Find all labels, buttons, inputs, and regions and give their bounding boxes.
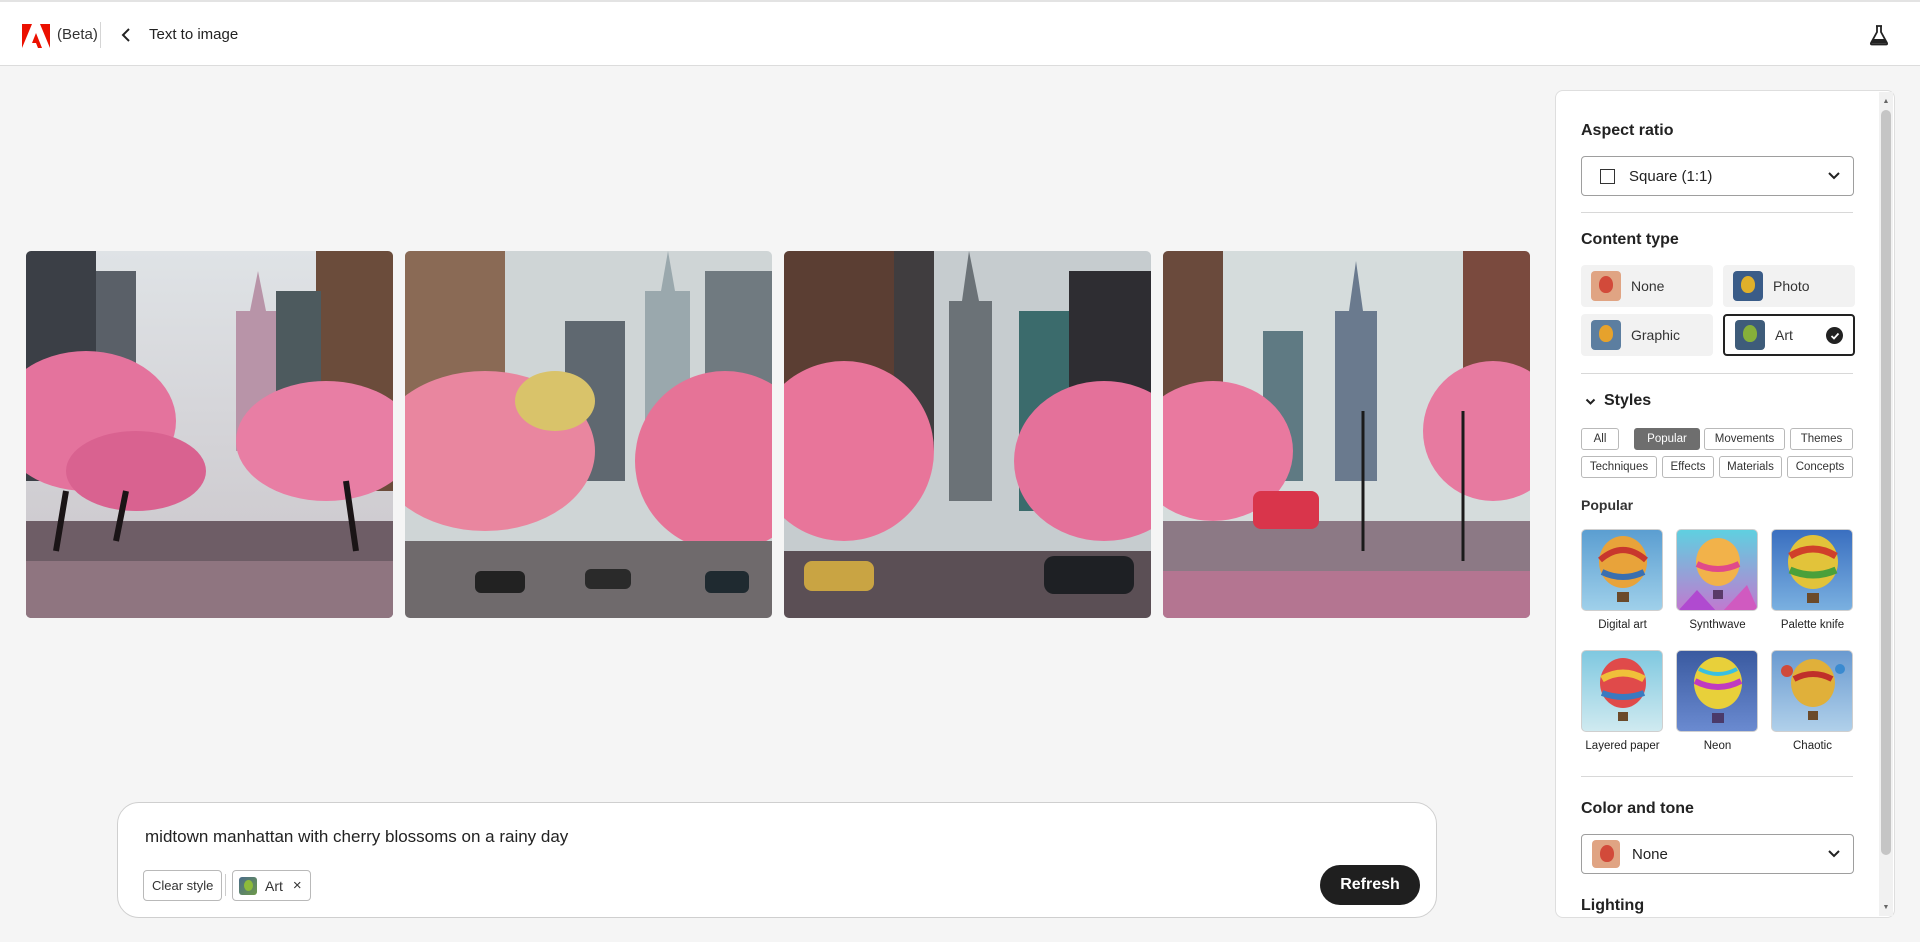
scroll-up-icon[interactable]: ▲ bbox=[1879, 94, 1893, 108]
style-card-chaotic[interactable] bbox=[1771, 650, 1853, 732]
style-label-synthwave: Synthwave bbox=[1689, 619, 1746, 631]
aspect-ratio-title: Aspect ratio bbox=[1581, 122, 1674, 139]
checkmark-icon bbox=[1826, 327, 1843, 344]
popular-section-title: Popular bbox=[1581, 497, 1634, 513]
divider bbox=[1581, 776, 1853, 777]
chevron-down-icon bbox=[1828, 850, 1840, 858]
aspect-ratio-value: Square (1:1) bbox=[1629, 167, 1713, 185]
hot-air-balloon-icon bbox=[1598, 536, 1648, 602]
refresh-button[interactable]: Refresh bbox=[1320, 865, 1420, 905]
content-type-title: Content type bbox=[1581, 231, 1679, 248]
remove-chip-icon[interactable]: × bbox=[293, 877, 302, 894]
divider bbox=[1581, 212, 1853, 213]
styles-title: Styles bbox=[1604, 392, 1652, 409]
hot-air-balloon-icon bbox=[1788, 535, 1838, 603]
graphic-thumbnail-icon bbox=[1591, 320, 1621, 350]
styles-toggle[interactable]: Styles bbox=[1585, 392, 1651, 410]
clear-style-button[interactable]: Clear style bbox=[143, 870, 223, 901]
content-type-photo[interactable]: Photo bbox=[1723, 265, 1855, 307]
panel-scrollbar[interactable]: ▲ ▼ bbox=[1879, 92, 1893, 916]
labs-flask-icon[interactable] bbox=[1868, 24, 1890, 46]
content-type-graphic-label: Graphic bbox=[1631, 327, 1681, 343]
style-label-digital-art: Digital art bbox=[1598, 619, 1647, 631]
style-card-palette-knife[interactable] bbox=[1771, 529, 1853, 611]
style-tab-techniques[interactable]: Techniques bbox=[1581, 456, 1657, 478]
style-tab-materials[interactable]: Materials bbox=[1719, 456, 1782, 478]
style-label-palette-knife: Palette knife bbox=[1780, 619, 1845, 631]
color-tone-value: None bbox=[1632, 845, 1668, 863]
scroll-down-icon[interactable]: ▼ bbox=[1879, 900, 1893, 914]
hot-air-balloon-icon bbox=[1781, 659, 1845, 720]
prompt-input[interactable]: midtown manhattan with cherry blossoms o… bbox=[145, 827, 568, 847]
style-tab-themes[interactable]: Themes bbox=[1790, 428, 1853, 450]
generated-image-2[interactable] bbox=[405, 251, 772, 618]
none-thumbnail-icon bbox=[1592, 840, 1620, 868]
generated-image-1[interactable] bbox=[26, 251, 393, 618]
style-label-layered-paper: Layered paper bbox=[1585, 740, 1660, 752]
adobe-logo-icon[interactable] bbox=[22, 24, 50, 48]
content-type-none[interactable]: None bbox=[1581, 265, 1713, 307]
hot-air-balloon-icon bbox=[1693, 657, 1743, 723]
generated-image-4[interactable] bbox=[1163, 251, 1530, 618]
art-thumbnail-icon bbox=[239, 876, 257, 895]
content-type-art-label: Art bbox=[1775, 327, 1793, 343]
header-divider bbox=[100, 22, 101, 48]
app-header: (Beta) Text to image bbox=[0, 0, 1920, 66]
style-card-layered-paper[interactable] bbox=[1581, 650, 1663, 732]
style-card-synthwave[interactable] bbox=[1676, 529, 1758, 611]
color-tone-title: Color and tone bbox=[1581, 800, 1694, 817]
divider bbox=[1581, 373, 1853, 374]
page-title: Text to image bbox=[149, 26, 239, 43]
content-type-none-label: None bbox=[1631, 278, 1665, 294]
chevron-down-icon bbox=[1828, 172, 1840, 180]
back-chevron-icon[interactable] bbox=[116, 24, 136, 46]
lighting-title: Lighting bbox=[1581, 897, 1645, 914]
style-tab-movements[interactable]: Movements bbox=[1704, 428, 1785, 450]
style-tab-popular[interactable]: Popular bbox=[1634, 428, 1700, 450]
style-label-chaotic: Chaotic bbox=[1793, 740, 1832, 752]
style-tab-concepts[interactable]: Concepts bbox=[1787, 456, 1853, 478]
chip-separator bbox=[225, 874, 226, 896]
content-type-photo-label: Photo bbox=[1773, 278, 1810, 294]
chevron-down-icon bbox=[1585, 398, 1596, 405]
applied-style-chip[interactable]: Art × bbox=[232, 870, 311, 901]
content-type-graphic[interactable]: Graphic bbox=[1581, 314, 1713, 356]
square-icon bbox=[1600, 168, 1615, 184]
scroll-thumb[interactable] bbox=[1881, 110, 1891, 855]
style-label-neon: Neon bbox=[1703, 740, 1732, 752]
beta-label: (Beta) bbox=[57, 26, 98, 43]
style-card-digital-art[interactable] bbox=[1581, 529, 1663, 611]
color-tone-dropdown[interactable]: None bbox=[1581, 834, 1854, 874]
aspect-ratio-dropdown[interactable]: Square (1:1) bbox=[1581, 156, 1854, 196]
generated-image-3[interactable] bbox=[784, 251, 1151, 618]
photo-thumbnail-icon bbox=[1733, 271, 1763, 301]
prompt-box: midtown manhattan with cherry blossoms o… bbox=[117, 802, 1437, 918]
style-card-neon[interactable] bbox=[1676, 650, 1758, 732]
hot-air-balloon-icon bbox=[1678, 538, 1757, 610]
none-thumbnail-icon bbox=[1591, 271, 1621, 301]
hot-air-balloon-icon bbox=[1600, 658, 1646, 721]
art-thumbnail-icon bbox=[1735, 320, 1765, 350]
applied-style-label: Art bbox=[265, 877, 283, 894]
content-type-art[interactable]: Art bbox=[1723, 314, 1855, 356]
style-tab-effects[interactable]: Effects bbox=[1662, 456, 1714, 478]
style-tab-all[interactable]: All bbox=[1581, 428, 1619, 450]
